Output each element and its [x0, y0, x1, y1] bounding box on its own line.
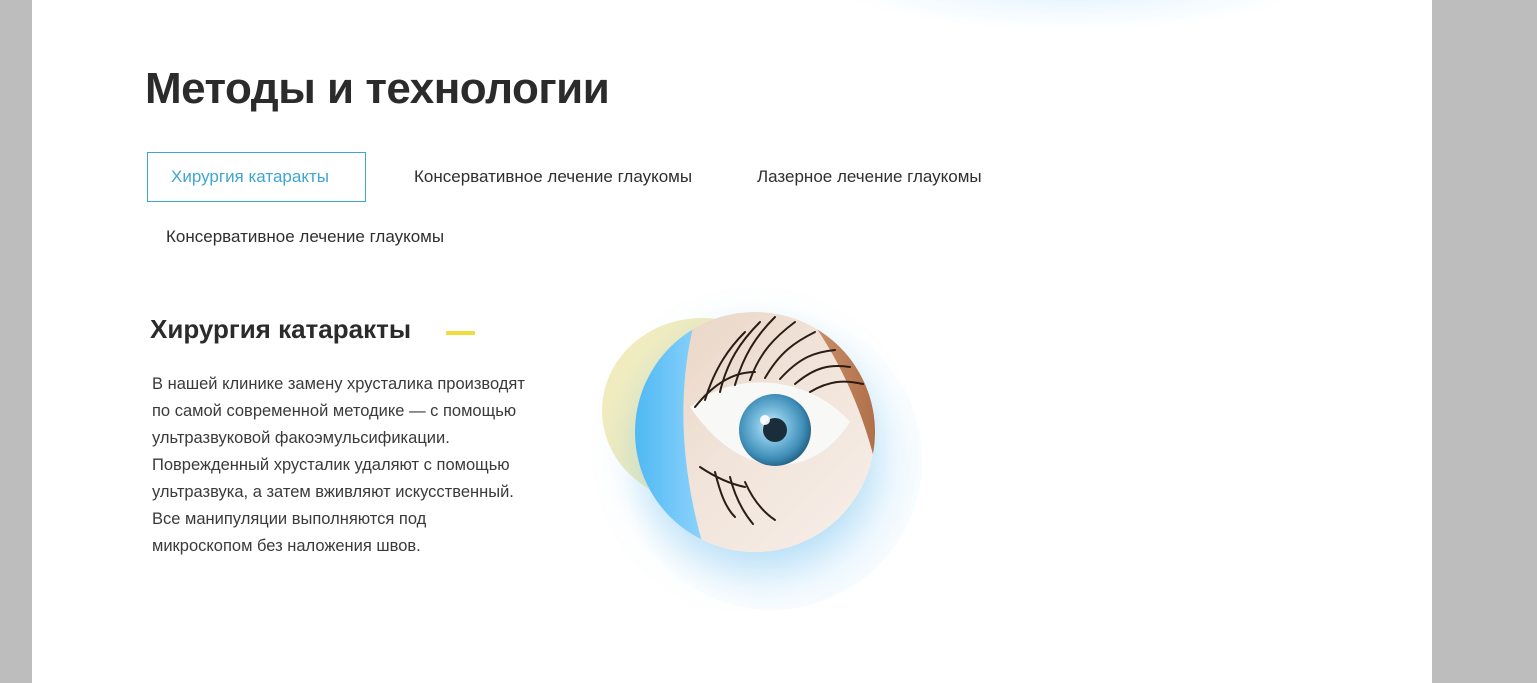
description-line: Поврежденный хрусталик удаляют с помощью [152, 456, 510, 474]
tab-conservative-glaucoma[interactable]: Консервативное лечение глаукомы [414, 152, 692, 202]
eye-photo-image [635, 312, 875, 552]
tab-conservative-glaucoma-2[interactable]: Консервативное лечение глаукомы [166, 212, 444, 262]
description-line: ультразвука, а затем вживляют искусствен… [152, 483, 514, 501]
decorative-glow [832, 0, 1312, 30]
tab-laser-glaucoma[interactable]: Лазерное лечение глаукомы [757, 152, 982, 202]
description-line: В нашей клинике замену хрусталика произв… [152, 375, 525, 393]
content-description: В нашей клинике замену хрусталика произв… [152, 371, 572, 560]
eye-photo [635, 312, 875, 552]
description-line: ультразвуковой факоэмульсификации. [152, 429, 450, 447]
description-line: Все манипуляции выполняются под [152, 510, 427, 528]
description-line: по самой современной методике — с помощь… [152, 402, 517, 420]
eye-illustration [592, 290, 952, 610]
page-container: Методы и технологии Хирургия катаракты К… [32, 0, 1432, 683]
tab-cataract-surgery[interactable]: Хирургия катаракты [147, 152, 366, 202]
description-line: микроскопом без наложения швов. [152, 537, 421, 555]
section-title: Методы и технологии [145, 64, 610, 113]
accent-dash [446, 331, 475, 335]
content-title: Хирургия катаракты [150, 314, 412, 344]
